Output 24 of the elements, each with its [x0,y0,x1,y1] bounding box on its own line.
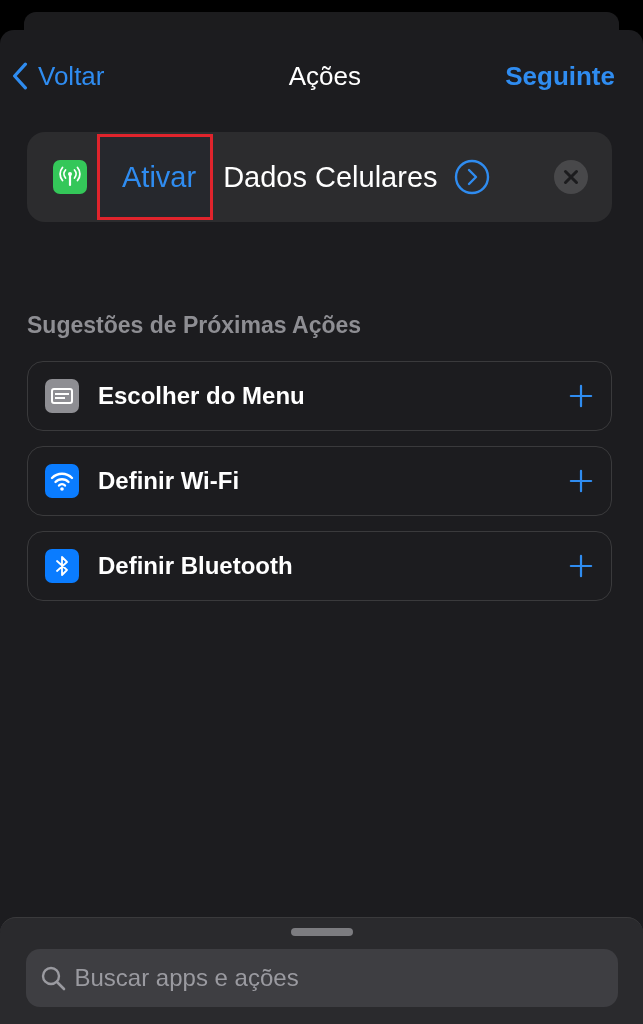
suggestion-row[interactable]: Escolher do Menu [27,361,612,431]
suggestion-label: Escolher do Menu [98,382,305,410]
wifi-icon [45,464,79,498]
grabber-handle[interactable] [290,928,353,936]
suggestion-label: Definir Wi-Fi [98,467,240,495]
chevron-circle-icon[interactable] [453,159,490,195]
suggestion-row[interactable]: Definir Bluetooth [27,531,612,601]
back-button[interactable]: Voltar [12,60,105,92]
section-header: Sugestões de Próximas Ações [27,312,363,339]
action-object: Dados Celulares [223,160,438,194]
action-parameter[interactable]: Ativar [97,134,214,220]
cellular-antenna-icon [53,160,87,194]
add-icon[interactable] [569,554,593,578]
next-button[interactable]: Seguinte [505,60,615,92]
bluetooth-icon [45,549,79,583]
screen-title: Ações [288,60,361,92]
search-icon [39,965,66,991]
search-field[interactable]: Buscar apps e ações [25,949,618,1007]
add-icon[interactable] [569,469,593,493]
add-icon[interactable] [569,384,593,408]
suggestion-label: Definir Bluetooth [98,552,293,580]
back-chevron-icon [12,62,28,90]
menu-card-icon [45,379,79,413]
suggestion-row[interactable]: Definir Wi-Fi [27,446,612,516]
